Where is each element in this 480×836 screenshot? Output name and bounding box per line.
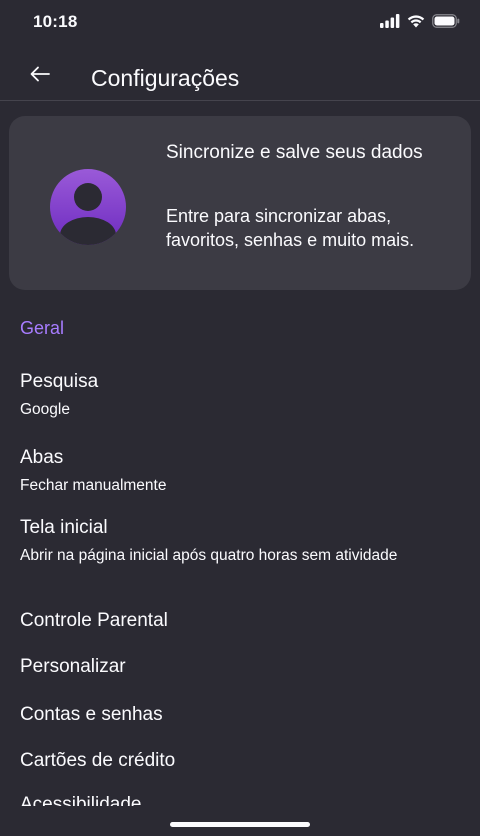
account-sign-in-card[interactable]: Sincronize e salve seus dados Entre para…: [9, 116, 471, 290]
cellular-signal-icon: [380, 14, 400, 28]
app-bar: Configurações: [0, 46, 480, 101]
setting-customize[interactable]: Personalizar: [20, 655, 460, 679]
setting-title: Controle Parental: [20, 610, 168, 631]
setting-tabs[interactable]: Abas Fechar manualmente: [20, 446, 460, 498]
back-button[interactable]: [22, 56, 58, 92]
account-card-title: Sincronize e salve seus dados: [166, 142, 423, 163]
account-avatar-icon: [50, 169, 126, 245]
scroll-clip: Acessibilidade: [0, 790, 480, 806]
page-title: Configurações: [91, 65, 240, 91]
setting-title: Tela inicial: [20, 517, 108, 538]
setting-title: Personalizar: [20, 656, 126, 677]
setting-title: Contas e senhas: [20, 704, 163, 725]
setting-logins-passwords[interactable]: Contas e senhas: [20, 703, 460, 727]
setting-accessibility[interactable]: Acessibilidade: [20, 793, 460, 806]
section-header-general: Geral: [20, 318, 65, 338]
setting-title: Acessibilidade: [20, 794, 142, 806]
setting-credit-cards[interactable]: Cartões de crédito: [20, 749, 460, 773]
battery-icon: [432, 14, 460, 28]
setting-title: Cartões de crédito: [20, 750, 176, 771]
setting-parental-control[interactable]: Controle Parental: [20, 609, 460, 633]
setting-title: Pesquisa: [20, 371, 99, 392]
setting-value: Google: [20, 401, 70, 418]
setting-title: Abas: [20, 447, 64, 468]
status-bar: 10:18: [0, 0, 480, 46]
status-time: 10:18: [33, 12, 78, 31]
setting-home-screen[interactable]: Tela inicial Abrir na página inicial apó…: [20, 516, 440, 568]
arrow-left-icon: [30, 66, 50, 82]
wifi-icon: [407, 15, 425, 28]
account-card-subtitle: Entre para sincronizar abas, favoritos, …: [166, 206, 415, 250]
home-indicator: [170, 822, 310, 827]
status-icons: [380, 14, 460, 28]
setting-value: Fechar manualmente: [20, 477, 167, 494]
setting-value: Abrir na página inicial após quatro hora…: [20, 547, 398, 564]
setting-search[interactable]: Pesquisa Google: [20, 370, 460, 422]
